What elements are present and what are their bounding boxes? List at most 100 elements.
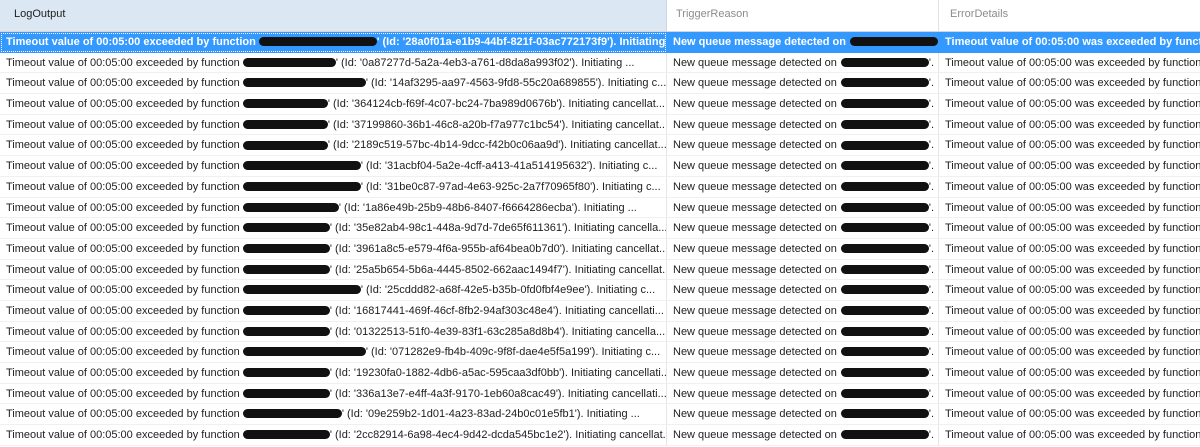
redaction-mark — [840, 202, 929, 212]
log-prefix-text: Timeout value of 00:05:00 exceeded by fu… — [6, 77, 240, 90]
errordetails-cell[interactable]: Timeout value of 00:05:00 was exceeded b… — [939, 363, 1200, 384]
triggerreason-cell[interactable]: New queue message detected on '. — [667, 404, 939, 426]
table-row[interactable]: Timeout value of 00:05:00 exceeded by fu… — [0, 94, 1200, 115]
triggerreason-cell[interactable]: New queue message detected on '. — [667, 259, 939, 281]
triggerreason-cell[interactable]: New queue message detected on '. — [667, 342, 939, 363]
table-row[interactable]: Timeout value of 00:05:00 exceeded by fu… — [0, 218, 1200, 239]
errordetails-cell[interactable]: Timeout value of 00:05:00 was exceeded b… — [939, 260, 1200, 281]
trigger-suffix-text: '. — [928, 222, 935, 235]
table-row[interactable]: Timeout value of 00:05:00 exceeded by fu… — [0, 52, 1200, 74]
logoutput-cell[interactable]: Timeout value of 00:05:00 exceeded by fu… — [0, 321, 667, 343]
triggerreason-cell[interactable]: New queue message detected on '. — [667, 425, 939, 446]
table-row[interactable]: Timeout value of 00:05:00 exceeded by fu… — [0, 342, 1200, 363]
column-header-triggerreason[interactable]: TriggerReason — [667, 0, 939, 31]
errordetails-cell[interactable]: Timeout value of 00:05:00 was exceeded b… — [939, 198, 1200, 219]
logoutput-cell[interactable]: Timeout value of 00:05:00 exceeded by fu… — [0, 114, 667, 136]
errordetails-cell[interactable]: Timeout value of 00:05:00 was exceeded b… — [939, 73, 1200, 95]
triggerreason-cell[interactable]: New queue message detected on '. — [667, 300, 939, 322]
errordetails-cell[interactable]: Timeout value of 00:05:00 was exceeded b… — [939, 404, 1200, 426]
column-header-errordetails[interactable]: ErrorDetails — [939, 0, 1200, 31]
redaction-mark — [242, 264, 330, 274]
logoutput-cell[interactable]: Timeout value of 00:05:00 exceeded by fu… — [0, 73, 667, 95]
trigger-prefix-text: New queue message detected on — [673, 180, 837, 193]
table-row[interactable]: Timeout value of 00:05:00 exceeded by fu… — [0, 114, 1200, 136]
table-row[interactable]: Timeout value of 00:05:00 exceeded by fu… — [0, 280, 1200, 301]
errordetails-cell[interactable]: Timeout value of 00:05:00 was exceeded b… — [939, 53, 1200, 74]
table-row[interactable]: Timeout value of 00:05:00 exceeded by fu… — [0, 73, 1200, 95]
logoutput-cell[interactable]: Timeout value of 00:05:00 exceeded by fu… — [0, 32, 667, 53]
errordetails-cell[interactable]: Timeout value of 00:05:00 was exceeded b… — [939, 280, 1200, 301]
triggerreason-cell[interactable]: New queue message detected on '. — [667, 238, 939, 260]
triggerreason-cell[interactable]: New queue message detected on '. — [667, 135, 939, 157]
logoutput-cell[interactable]: Timeout value of 00:05:00 exceeded by fu… — [0, 94, 667, 115]
triggerreason-cell[interactable]: New queue message detected on '. — [667, 52, 939, 74]
table-row[interactable]: Timeout value of 00:05:00 exceeded by fu… — [0, 259, 1200, 281]
errordetails-cell[interactable]: Timeout value of 00:05:00 was exceeded b… — [939, 135, 1200, 157]
logoutput-cell[interactable]: Timeout value of 00:05:00 exceeded by fu… — [0, 135, 667, 157]
logoutput-cell[interactable]: Timeout value of 00:05:00 exceeded by fu… — [0, 52, 667, 74]
redaction-mark — [242, 306, 330, 316]
trigger-suffix-text: '. — [928, 346, 935, 359]
logoutput-cell[interactable]: Timeout value of 00:05:00 exceeded by fu… — [0, 300, 667, 322]
table-row[interactable]: Timeout value of 00:05:00 exceeded by fu… — [0, 156, 1200, 177]
trigger-suffix-text: '. — [928, 118, 935, 131]
errordetails-cell[interactable]: Timeout value of 00:05:00 was exceeded b… — [939, 177, 1200, 198]
triggerreason-cell[interactable]: New queue message detected on '. — [667, 197, 939, 219]
redaction-mark — [840, 140, 929, 150]
errordetails-cell[interactable]: Timeout value of 00:05:00 was exceeded b… — [939, 94, 1200, 115]
errordetails-cell[interactable]: Timeout value of 00:05:00 was exceeded b… — [939, 239, 1200, 260]
triggerreason-cell[interactable]: New queue message detected on '. — [667, 176, 939, 198]
logoutput-cell[interactable]: Timeout value of 00:05:00 exceeded by fu… — [0, 383, 667, 405]
errordetails-cell[interactable]: Timeout value of 00:05:00 was exceeded b… — [939, 32, 1200, 53]
logoutput-cell[interactable]: Timeout value of 00:05:00 exceeded by fu… — [0, 425, 667, 446]
logoutput-cell[interactable]: Timeout value of 00:05:00 exceeded by fu… — [0, 259, 667, 281]
logoutput-cell[interactable]: Timeout value of 00:05:00 exceeded by fu… — [0, 156, 667, 177]
table-row[interactable]: Timeout value of 00:05:00 exceeded by fu… — [0, 32, 1200, 53]
triggerreason-cell[interactable]: New queue message detected on '. — [667, 321, 939, 343]
trigger-prefix-text: New queue message detected on — [673, 263, 837, 276]
triggerreason-cell[interactable]: New queue message detected on '. — [667, 383, 939, 405]
trigger-suffix-text: '. — [928, 304, 935, 317]
triggerreason-cell[interactable]: New queue message detected on '. — [667, 363, 939, 384]
errordetails-cell[interactable]: Timeout value of 00:05:00 was exceeded b… — [939, 342, 1200, 363]
triggerreason-cell[interactable]: New queue message detected on — [667, 32, 939, 53]
errordetails-cell[interactable]: Timeout value of 00:05:00 was exceeded b… — [939, 218, 1200, 239]
errordetails-cell[interactable]: Timeout value of 00:05:00 was exceeded b… — [939, 322, 1200, 343]
table-row[interactable]: Timeout value of 00:05:00 exceeded by fu… — [0, 425, 1200, 446]
triggerreason-cell[interactable]: New queue message detected on '. — [667, 73, 939, 95]
trigger-suffix-text: '. — [928, 201, 935, 214]
errordetails-cell[interactable]: Timeout value of 00:05:00 was exceeded b… — [939, 115, 1200, 136]
log-suffix-text: ' (Id: '2189c519-57bc-4b14-9dcc-f42b0c06… — [327, 139, 667, 152]
table-row[interactable]: Timeout value of 00:05:00 exceeded by fu… — [0, 197, 1200, 219]
logoutput-cell[interactable]: Timeout value of 00:05:00 exceeded by fu… — [0, 238, 667, 260]
errordetails-cell[interactable]: Timeout value of 00:05:00 was exceeded b… — [939, 425, 1200, 446]
logoutput-cell[interactable]: Timeout value of 00:05:00 exceeded by fu… — [0, 176, 667, 198]
logoutput-cell[interactable]: Timeout value of 00:05:00 exceeded by fu… — [0, 197, 667, 219]
trigger-prefix-text: New queue message detected on — [673, 325, 837, 338]
triggerreason-cell[interactable]: New queue message detected on '. — [667, 94, 939, 115]
log-suffix-text: ' (Id: '336a13e7-e4ff-4a3f-9170-1eb60a8c… — [329, 387, 667, 400]
triggerreason-cell[interactable]: New queue message detected on '. — [667, 114, 939, 136]
errordetails-cell[interactable]: Timeout value of 00:05:00 was exceeded b… — [939, 156, 1200, 177]
table-row[interactable]: Timeout value of 00:05:00 exceeded by fu… — [0, 404, 1200, 426]
logoutput-cell[interactable]: Timeout value of 00:05:00 exceeded by fu… — [0, 280, 667, 301]
errordetails-cell[interactable]: Timeout value of 00:05:00 was exceeded b… — [939, 301, 1200, 322]
table-row[interactable]: Timeout value of 00:05:00 exceeded by fu… — [0, 238, 1200, 260]
triggerreason-cell[interactable]: New queue message detected on '. — [667, 156, 939, 177]
table-row[interactable]: Timeout value of 00:05:00 exceeded by fu… — [0, 383, 1200, 405]
table-row[interactable]: Timeout value of 00:05:00 exceeded by fu… — [0, 176, 1200, 198]
logoutput-cell[interactable]: Timeout value of 00:05:00 exceeded by fu… — [0, 404, 667, 426]
triggerreason-cell[interactable]: New queue message detected on '. — [667, 280, 939, 301]
table-row[interactable]: Timeout value of 00:05:00 exceeded by fu… — [0, 135, 1200, 157]
redaction-mark — [840, 285, 929, 295]
table-row[interactable]: Timeout value of 00:05:00 exceeded by fu… — [0, 363, 1200, 384]
logoutput-cell[interactable]: Timeout value of 00:05:00 exceeded by fu… — [0, 218, 667, 239]
errordetails-cell[interactable]: Timeout value of 00:05:00 was exceeded b… — [939, 384, 1200, 405]
logoutput-cell[interactable]: Timeout value of 00:05:00 exceeded by fu… — [0, 342, 667, 363]
table-row[interactable]: Timeout value of 00:05:00 exceeded by fu… — [0, 321, 1200, 343]
log-suffix-text: ' (Id: '14af3295-aa97-4563-9fd8-55c20a68… — [365, 77, 667, 90]
logoutput-cell[interactable]: Timeout value of 00:05:00 exceeded by fu… — [0, 363, 667, 384]
column-header-logoutput[interactable]: LogOutput — [0, 0, 667, 31]
table-row[interactable]: Timeout value of 00:05:00 exceeded by fu… — [0, 300, 1200, 322]
triggerreason-cell[interactable]: New queue message detected on '. — [667, 218, 939, 239]
